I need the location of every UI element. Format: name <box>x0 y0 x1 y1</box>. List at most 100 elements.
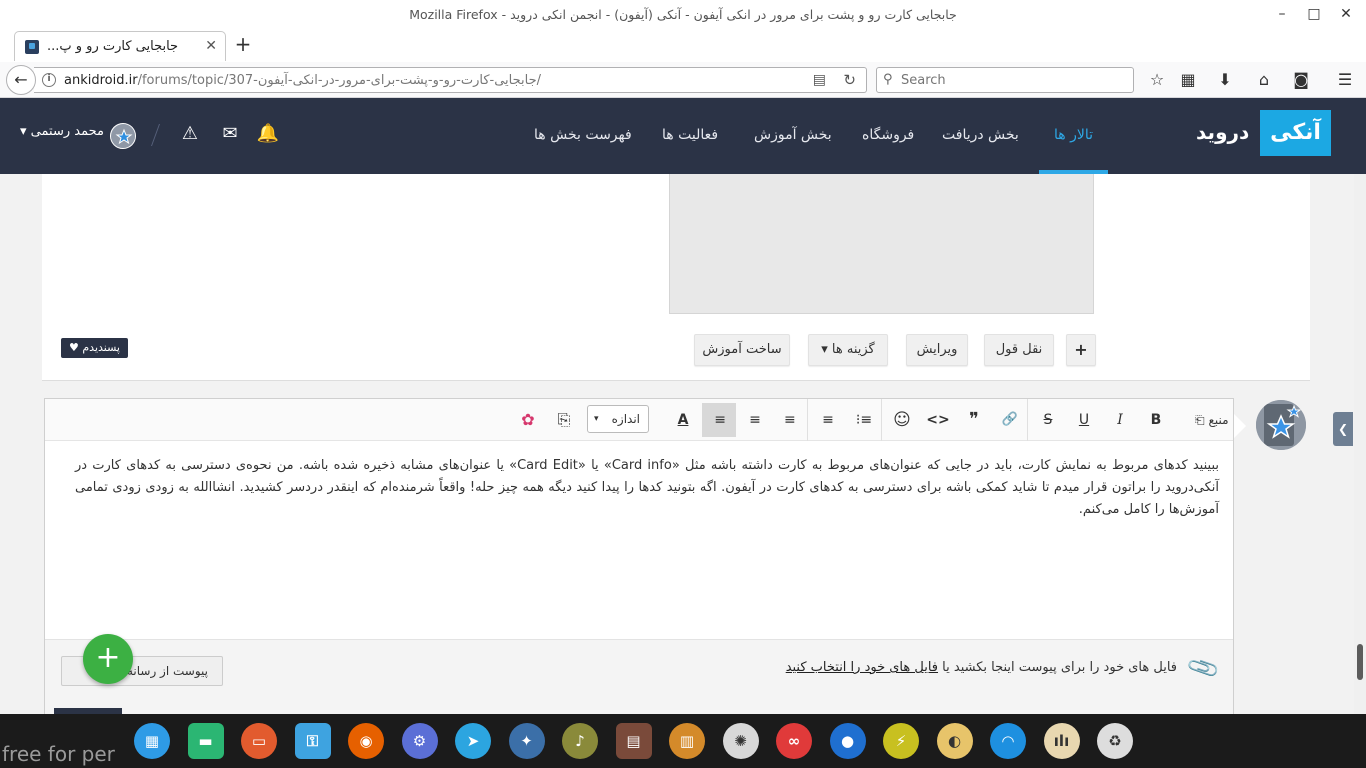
link-icon[interactable]: 🔗 <box>993 403 1027 437</box>
search-bar[interactable]: ⚲ <box>876 67 1134 93</box>
url-bar[interactable]: i ankidroid.ir/forums/topic/307-جابجایی-… <box>34 67 867 93</box>
align-left-icon[interactable]: ≡ <box>774 403 808 437</box>
font-size-select[interactable]: ▾ اندازه <box>587 405 649 433</box>
bold-button[interactable]: B <box>1139 403 1173 437</box>
tab-title: جابجایی کارت رو و پ... <box>47 39 179 54</box>
reply-user-avatar <box>1256 400 1306 450</box>
paste-plain-text-icon[interactable]: ⎘ <box>547 403 581 437</box>
nav-forums[interactable]: تالار ها <box>1054 127 1093 143</box>
post-edit-button[interactable]: ویرایش <box>906 334 968 366</box>
italic-button[interactable]: I <box>1103 403 1137 437</box>
user-menu[interactable]: ▾ محمد رستمی <box>20 124 104 139</box>
attachment-drop-zone[interactable]: 📎 فایل های خود را برای پیوست اینجا بکشید… <box>45 639 1233 714</box>
post-create-tutorial-button[interactable]: ساخت آموزش <box>694 334 790 366</box>
emoji-icon[interactable]: ☺ <box>885 403 919 437</box>
floating-add-button[interactable]: + <box>83 634 133 684</box>
new-tab-button[interactable]: + <box>232 33 254 55</box>
nav-sections-index[interactable]: فهرست بخش ها <box>534 127 632 143</box>
editor-content[interactable]: ببینید کدهای مربوط به نمایش کارت، باید د… <box>75 455 1219 521</box>
maximize-button[interactable]: □ <box>1304 4 1324 24</box>
app-grid-icon[interactable]: ▦ <box>134 723 170 759</box>
nav-tutorials[interactable]: بخش آموزش <box>754 127 832 143</box>
document-viewer-icon[interactable]: ▤ <box>615 723 652 759</box>
search-input[interactable] <box>901 71 1126 89</box>
user-menu-caret-icon: ▾ <box>20 124 27 139</box>
user-avatar[interactable] <box>110 123 136 149</box>
keyring-icon[interactable]: ⚿ <box>294 723 331 759</box>
music-icon[interactable]: ♪ <box>562 723 598 759</box>
header-divider <box>150 124 161 146</box>
like-badge[interactable]: ♥ پسندیدم <box>61 338 128 358</box>
reports-warning-icon[interactable]: ⚠ <box>178 122 202 146</box>
bulleted-list-icon[interactable]: ⁝≡ <box>847 403 881 437</box>
attachment-hint-text: فایل های خود را برای پیوست اینجا بکشید ی… <box>942 660 1177 675</box>
site-logo-box[interactable]: آنکی <box>1260 110 1331 156</box>
notifications-bell-icon[interactable]: 🔔 <box>256 122 280 146</box>
close-window-button[interactable]: ✕ <box>1336 4 1356 24</box>
archive-icon[interactable]: ▥ <box>669 723 705 759</box>
terminal-icon[interactable]: ▬ <box>187 723 224 759</box>
bookmark-star-icon[interactable]: ☆ <box>1146 69 1168 91</box>
disk-icon[interactable]: ◐ <box>936 723 973 759</box>
quote-icon[interactable]: ❞ <box>957 403 991 437</box>
site-logo-text[interactable]: درويد <box>1196 120 1249 144</box>
minimize-button[interactable]: – <box>1272 4 1292 24</box>
code-icon[interactable]: <> <box>921 403 955 437</box>
clock-icon[interactable]: ılı <box>1043 723 1080 759</box>
nav-downloads[interactable]: بخش دریافت <box>942 127 1019 143</box>
settings-document-icon[interactable]: ⚙ <box>401 723 438 759</box>
home-icon[interactable]: ⌂ <box>1253 69 1275 91</box>
align-center-icon[interactable]: ≡ <box>738 403 772 437</box>
post-quote-button[interactable]: نقل قول <box>984 334 1054 366</box>
underline-button[interactable]: U <box>1067 403 1101 437</box>
messages-mail-icon[interactable]: ✉ <box>218 122 242 146</box>
options-caret-icon: ▾ <box>821 342 828 357</box>
post-multiquote-button[interactable]: + <box>1066 334 1096 366</box>
menu-icon[interactable]: ☰ <box>1334 69 1356 91</box>
source-button[interactable]: ⎗ منبع <box>1195 403 1235 437</box>
tab-close-icon[interactable]: ✕ <box>205 38 217 54</box>
site-info-icon[interactable]: i <box>42 73 56 87</box>
fish-icon[interactable]: ✦ <box>508 723 545 759</box>
strikethrough-button[interactable]: S <box>1031 403 1065 437</box>
wifi-icon[interactable]: ◠ <box>990 723 1026 759</box>
pocket-icon[interactable]: ◙ <box>1290 69 1312 91</box>
post-options-button[interactable]: ▾ گزینه ها <box>808 334 888 366</box>
scrollbar-thumb[interactable] <box>1357 644 1363 680</box>
back-button[interactable]: ← <box>6 65 36 95</box>
flickr-icon[interactable]: ∞ <box>776 723 812 759</box>
desktop-taskbar: free for per ▦ ▬ ▭ ⚿ ◉ ⚙ ➤ ✦ ♪ ▤ ▥ ✺ ∞ ● ⚡ ◐ ◠ ılı ♻ <box>0 714 1366 768</box>
download-icon[interactable]: ⬇ <box>1214 69 1236 91</box>
power-icon[interactable]: ⚡ <box>883 723 919 759</box>
url-text[interactable]: ankidroid.ir/forums/topic/307-جابجایی-کا… <box>64 73 541 88</box>
library-icon[interactable]: ▦ <box>1177 69 1199 91</box>
tab-active[interactable]: جابجایی کارت رو و پ... ✕ <box>14 31 226 61</box>
telegram-icon[interactable]: ➤ <box>455 723 491 759</box>
text-color-icon[interactable]: A <box>666 403 700 437</box>
screen-recorder-icon[interactable]: ● <box>829 723 866 759</box>
choose-files-link[interactable]: فایل های خود را انتخاب کنید <box>786 660 938 675</box>
url-host: ankidroid.ir <box>64 73 138 88</box>
recycle-bin-icon[interactable]: ♻ <box>1097 723 1133 759</box>
align-right-icon[interactable]: ≡ <box>702 403 736 437</box>
spellcheck-icon[interactable]: ✿ <box>511 403 545 437</box>
system-settings-icon[interactable]: ✺ <box>722 723 759 759</box>
reader-view-icon[interactable]: ▤ <box>813 72 826 88</box>
side-panel-toggle[interactable]: ❮ <box>1333 412 1353 446</box>
site-favicon-icon <box>25 40 39 54</box>
editor-toolbar: ⎗ منبع B I U S 🔗 ❞ <> ☺ ⁝≡ ≡ ≡ ≡ ≡ A ▾ ا… <box>45 399 1233 441</box>
toolbar-divider <box>881 399 882 441</box>
window-title: جابجایی کارت رو و پشت برای مرور در انکی … <box>409 7 957 22</box>
firefox-icon[interactable]: ◉ <box>348 723 384 759</box>
page-scrollbar[interactable] <box>1354 174 1366 714</box>
video-camera-icon[interactable]: ▭ <box>241 723 277 759</box>
numbered-list-icon[interactable]: ≡ <box>811 403 845 437</box>
nav-activity[interactable]: فعالیت ها <box>662 127 718 143</box>
toolbar-divider <box>1027 399 1028 441</box>
user-name: محمد رستمی <box>30 124 104 139</box>
nav-store[interactable]: فروشگاه <box>862 127 914 143</box>
reload-icon[interactable]: ↻ <box>843 71 856 89</box>
reply-avatar-star-icon <box>1256 400 1306 450</box>
forum-post: + نقل قول ویرایش ▾ گزینه ها ساخت آموزش ♥… <box>42 174 1310 381</box>
source-label: منبع <box>1208 413 1229 427</box>
